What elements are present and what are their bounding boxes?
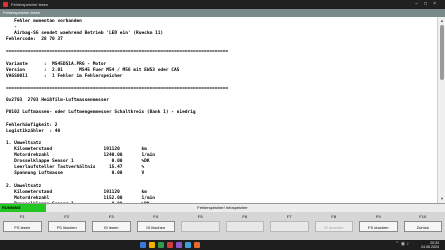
fkey-f8: F8 IS drucken [312,212,357,240]
fkey-button-f9[interactable]: FS drucken [359,221,398,232]
fkey-label: F5 [197,214,203,219]
fkey-f6: F6 [223,212,268,240]
fkey-button-f10[interactable]: Zurück [403,221,442,232]
fkey-f1: F1 FS lesen [0,212,45,240]
fkey-button-f4[interactable]: IS löschen [136,221,175,232]
os-taskbar: ⌃ ◉ ♪ 20:33 24.06.2024 [0,240,445,250]
fkey-button-f5 [181,221,220,232]
fkey-label: F9 [375,214,381,219]
mode-label: Fehlerspeicher/ Infospeicher [197,205,248,210]
function-key-bar: F1 FS lesen F2 FS löschen F3 IS lesen F4 IS lös… [0,212,445,240]
app-icon [3,2,8,7]
scroll-down-icon[interactable]: ▼ [439,196,445,202]
fkey-label: F2 [64,214,70,219]
taskbar-app-icon[interactable] [194,242,200,248]
fkey-label: F1 [19,214,25,219]
fkey-label: F7 [286,214,292,219]
clock-date: 24.06.2024 [421,245,439,249]
window-titlebar: Fehlerspeicher lesen –□× [0,0,445,9]
clock[interactable]: 20:33 24.06.2024 [421,241,439,250]
taskbar-app-icon[interactable] [185,242,191,248]
fkey-label: F8 [331,214,337,219]
taskbar-app-icon[interactable] [149,242,155,248]
fkey-label: F10 [419,214,427,219]
fkey-button-f3[interactable]: IS lesen [92,221,131,232]
fkey-f7: F7 [267,212,312,240]
fkey-button-f1[interactable]: FS lesen [3,221,42,232]
system-tray-icons[interactable]: ⌃ ◉ ♪ [395,241,409,247]
scroll-up-icon[interactable]: ▲ [439,18,445,24]
fkey-button-f2[interactable]: FS löschen [47,221,86,232]
screen-title: Fehlerspeicher lesen [0,9,445,17]
fkey-f4: F4 IS löschen [134,212,179,240]
fkey-f10: F10 Zurück [401,212,445,240]
taskbar-icons [140,242,203,248]
taskbar-app-icon[interactable] [140,242,146,248]
fkey-f9: F9 FS drucken [356,212,401,240]
taskbar-app-icon[interactable] [158,242,164,248]
fkey-f5: F5 [178,212,223,240]
window-title: Fehlerspeicher lesen [11,2,49,7]
scrollbar-thumb[interactable] [440,25,444,80]
fkey-label: F4 [153,214,159,219]
result-text-area[interactable]: Fehler momentan vorhanden - Airbag-SG se… [0,17,437,203]
status-bar: RUNNING Fehlerspeicher/ Infospeicher [0,203,445,212]
taskbar-app-icon[interactable] [167,242,173,248]
fkey-f2: F2 FS löschen [45,212,90,240]
fkey-button-f7 [270,221,309,232]
fkey-button-f6 [225,221,264,232]
fkey-label: F3 [108,214,114,219]
vertical-scrollbar[interactable]: ▲ ▼ [437,17,445,203]
taskbar-app-icon[interactable] [176,242,182,248]
fkey-label: F6 [242,214,248,219]
fkey-f3: F3 IS lesen [89,212,134,240]
screen-title-text: Fehlerspeicher lesen [3,10,41,15]
fkey-button-f8: IS drucken [314,221,353,232]
window-controls[interactable]: –□× [415,0,442,9]
